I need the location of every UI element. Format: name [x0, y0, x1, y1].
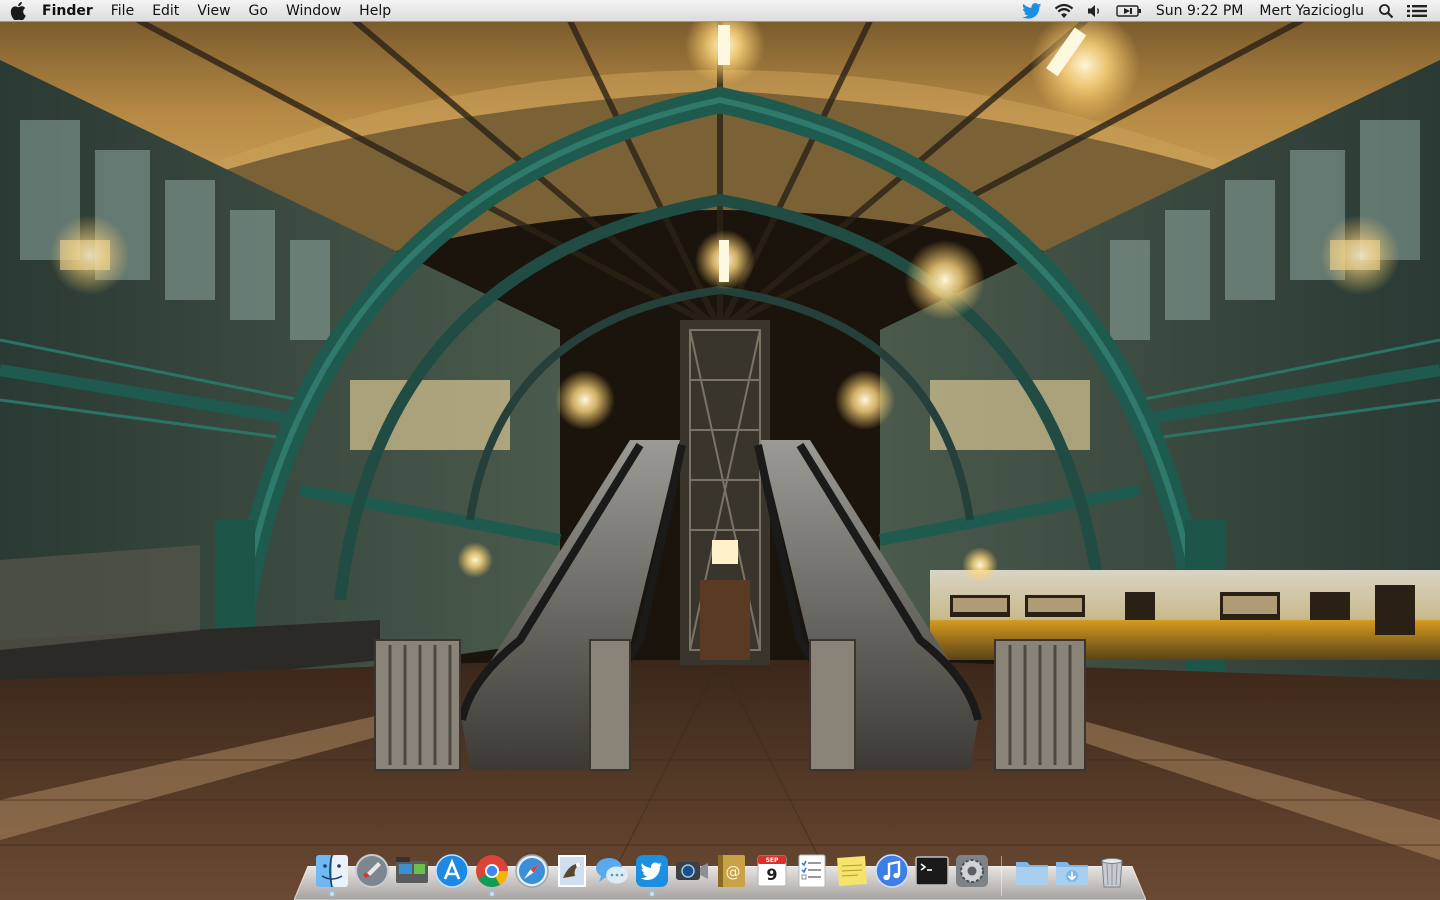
notification-center-icon [1407, 4, 1427, 17]
launchpad-rocket-icon [355, 854, 389, 888]
reminders-checklist-icon [798, 854, 826, 888]
menu-help[interactable]: Help [350, 0, 400, 22]
sticky-note-icon [837, 856, 867, 886]
folder-icon [1016, 862, 1048, 885]
app-store-icon [435, 854, 469, 888]
wifi-status-item[interactable] [1048, 0, 1080, 22]
calendar-day-label: 9 [766, 865, 778, 884]
dock-applications-folder[interactable] [1013, 852, 1051, 890]
spotlight-icon [1379, 3, 1394, 18]
dock-calendar[interactable]: SEP 9 [753, 852, 791, 890]
twitter-bird-icon [636, 855, 668, 887]
apple-icon [10, 1, 26, 20]
twitter-status-item[interactable] [1016, 0, 1048, 22]
dock: @ SEP 9 [0, 840, 1440, 900]
menu-view[interactable]: View [188, 0, 239, 22]
dock-messages[interactable] [593, 852, 631, 890]
address-book-icon: @ [718, 855, 745, 887]
menu-go[interactable]: Go [240, 0, 277, 22]
menu-bar-user-name[interactable]: Mert Yazicioglu [1251, 0, 1372, 22]
safari-compass-icon [515, 854, 549, 888]
dock-trash[interactable] [1093, 852, 1131, 890]
dock-stickies[interactable] [833, 852, 871, 890]
facetime-camera-icon [676, 862, 708, 880]
image-capture-icon [396, 857, 428, 883]
dock-system-preferences[interactable] [953, 852, 991, 890]
notification-center-button[interactable] [1400, 0, 1434, 22]
dock-safari[interactable] [513, 852, 551, 890]
dock-terminal[interactable] [913, 852, 951, 890]
volume-status-item[interactable] [1080, 0, 1110, 22]
wifi-icon [1054, 3, 1074, 18]
dock-itunes[interactable] [873, 852, 911, 890]
dock-contacts[interactable]: @ [713, 852, 751, 890]
system-preferences-gear-icon [956, 855, 988, 887]
dock-chrome[interactable] [473, 852, 511, 896]
eagle-stamp-icon [558, 855, 586, 887]
dock-separator [1001, 856, 1002, 896]
apple-menu-button[interactable] [0, 0, 36, 22]
calendar-month-label: SEP [765, 857, 779, 864]
app-menu-finder[interactable]: Finder [36, 0, 102, 22]
running-indicator [490, 892, 494, 896]
twitter-icon [1022, 2, 1042, 19]
menu-window[interactable]: Window [277, 0, 350, 22]
itunes-music-note-icon [875, 854, 909, 888]
spotlight-button[interactable] [1372, 0, 1400, 22]
finder-icon [316, 854, 348, 888]
dock-mail-eagle[interactable] [553, 852, 591, 890]
dock-image-capture[interactable] [393, 852, 431, 890]
downloads-folder-icon [1056, 862, 1088, 885]
dock-reminders[interactable] [793, 852, 831, 890]
terminal-icon [915, 856, 949, 886]
dock-launchpad[interactable] [353, 852, 391, 890]
dock-twitter[interactable] [633, 852, 671, 896]
menu-edit[interactable]: Edit [143, 0, 188, 22]
menu-bar-clock[interactable]: Sun 9:22 PM [1148, 0, 1252, 22]
menu-bar: Finder File Edit View Go Window Help Sun… [0, 0, 1440, 22]
running-indicator [330, 892, 334, 896]
running-indicator [650, 892, 654, 896]
svg-text:@: @ [726, 863, 741, 881]
chrome-icon [476, 855, 509, 888]
dock-facetime[interactable] [673, 852, 711, 890]
train-station-wallpaper [0, 0, 1440, 900]
volume-icon [1087, 4, 1099, 17]
dock-icons: @ SEP 9 [0, 852, 1440, 896]
trash-can-icon [1101, 858, 1123, 888]
battery-icon [1116, 4, 1141, 17]
dock-app-store[interactable] [433, 852, 471, 890]
messages-bubbles-icon [596, 858, 628, 884]
dock-finder[interactable] [313, 852, 351, 896]
desktop-wallpaper [0, 0, 1440, 900]
dock-downloads-folder[interactable] [1053, 852, 1091, 890]
menu-bar-status-area: Sun 9:22 PM Mert Yazicioglu [1016, 0, 1440, 22]
menu-bar-left: Finder File Edit View Go Window Help [0, 0, 400, 22]
menu-file[interactable]: File [102, 0, 143, 22]
battery-status-item[interactable] [1110, 0, 1148, 22]
